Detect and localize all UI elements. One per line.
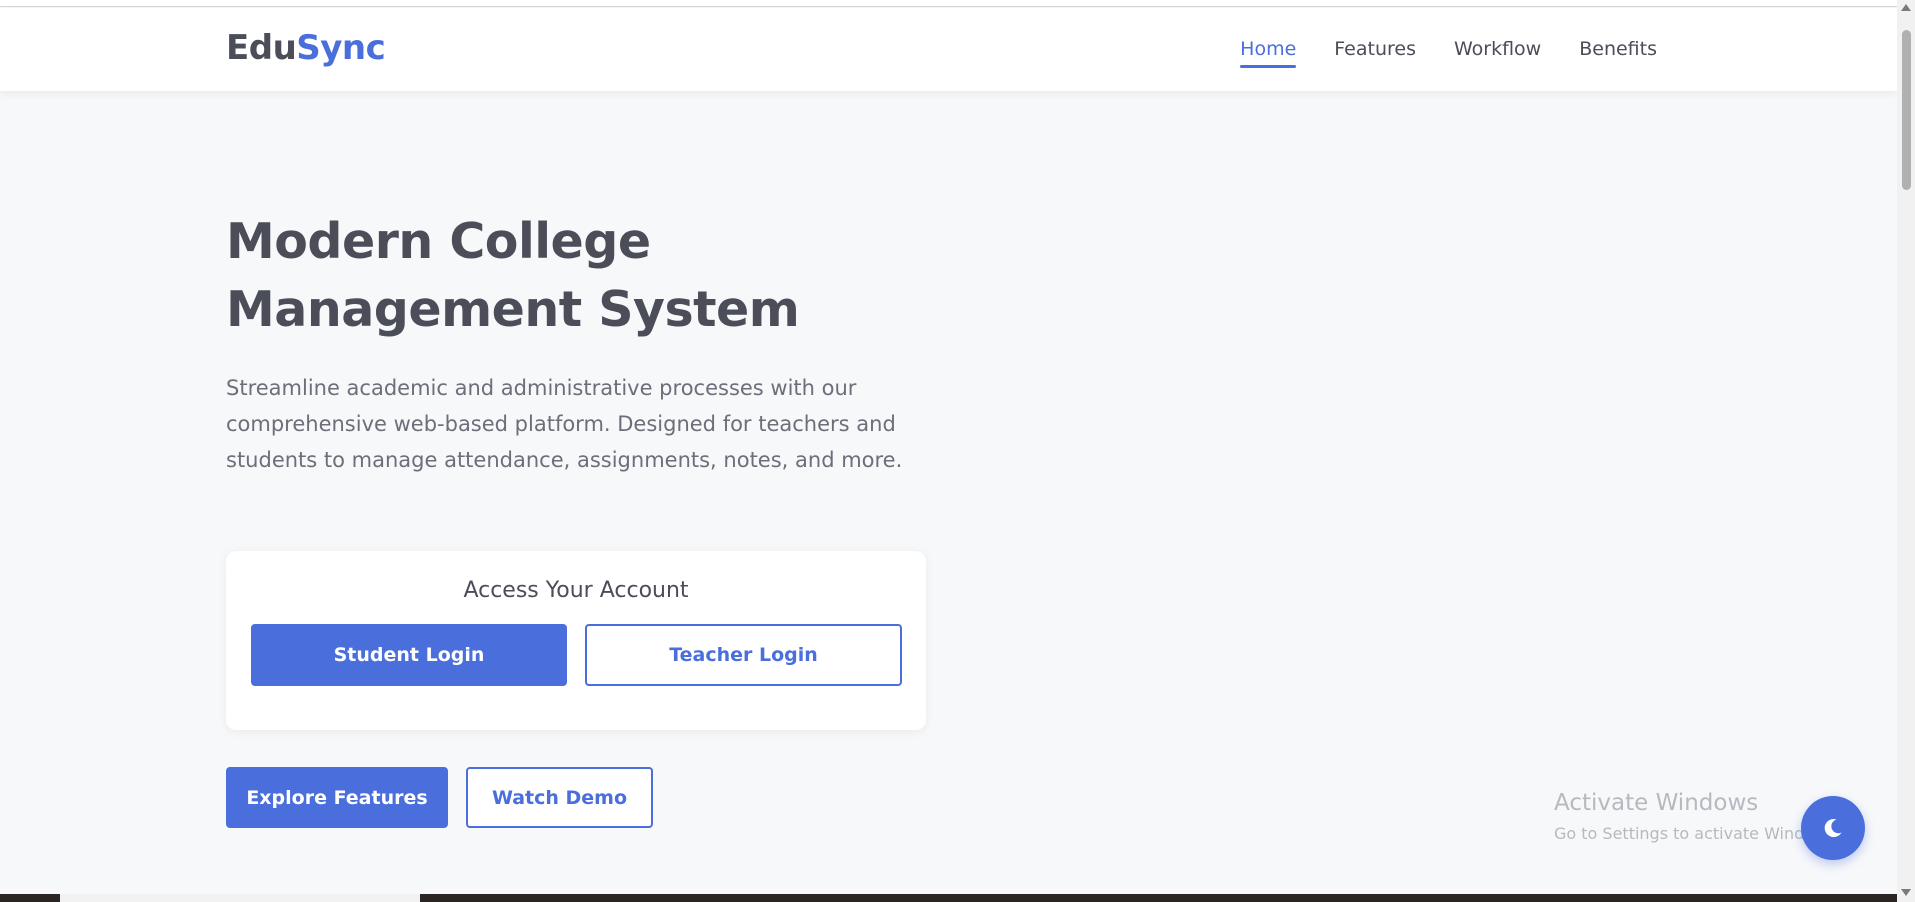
activate-windows-watermark: Activate Windows Go to Settings to activ… bbox=[1554, 790, 1841, 843]
hero-description: Streamline academic and administrative p… bbox=[226, 376, 903, 472]
navbar: EduSync Home Features Workflow Benefits bbox=[0, 8, 1897, 91]
bottom-strip-light bbox=[60, 894, 420, 902]
brand-logo[interactable]: EduSync bbox=[226, 28, 386, 68]
watermark-subtitle: Go to Settings to activate Windows. bbox=[1554, 824, 1841, 843]
nav-link-home[interactable]: Home bbox=[1240, 38, 1297, 68]
account-card: Access Your Account Student Login Teache… bbox=[226, 551, 926, 730]
brand-logo-part1: Edu bbox=[226, 28, 297, 68]
hero-title-line1: Modern College bbox=[226, 213, 651, 270]
nav-link-benefits[interactable]: Benefits bbox=[1579, 38, 1657, 68]
scroll-down-arrow-icon[interactable] bbox=[1901, 889, 1911, 896]
nav-link-workflow[interactable]: Workflow bbox=[1454, 38, 1541, 68]
explore-features-button[interactable]: Explore Features bbox=[226, 767, 448, 828]
browser-top-edge bbox=[0, 0, 1897, 7]
scrollbar-thumb[interactable] bbox=[1902, 30, 1911, 190]
hero-title: Modern College Management System bbox=[226, 208, 946, 344]
hero-title-line2: Management System bbox=[226, 281, 800, 338]
account-card-title: Access Your Account bbox=[463, 578, 689, 603]
nav-link-features[interactable]: Features bbox=[1334, 38, 1416, 68]
watermark-title: Activate Windows bbox=[1554, 790, 1759, 816]
scroll-up-arrow-icon[interactable] bbox=[1901, 4, 1911, 11]
nav-links: Home Features Workflow Benefits bbox=[1240, 38, 1657, 68]
theme-toggle-button[interactable] bbox=[1801, 796, 1865, 860]
watch-demo-button[interactable]: Watch Demo bbox=[466, 767, 653, 828]
moon-icon bbox=[1824, 819, 1842, 838]
bottom-strip bbox=[0, 894, 1897, 902]
brand-logo-part2: Sync bbox=[296, 28, 386, 68]
teacher-login-button[interactable]: Teacher Login bbox=[585, 624, 902, 686]
student-login-button[interactable]: Student Login bbox=[251, 624, 567, 686]
page-scrollbar[interactable] bbox=[1897, 0, 1915, 902]
